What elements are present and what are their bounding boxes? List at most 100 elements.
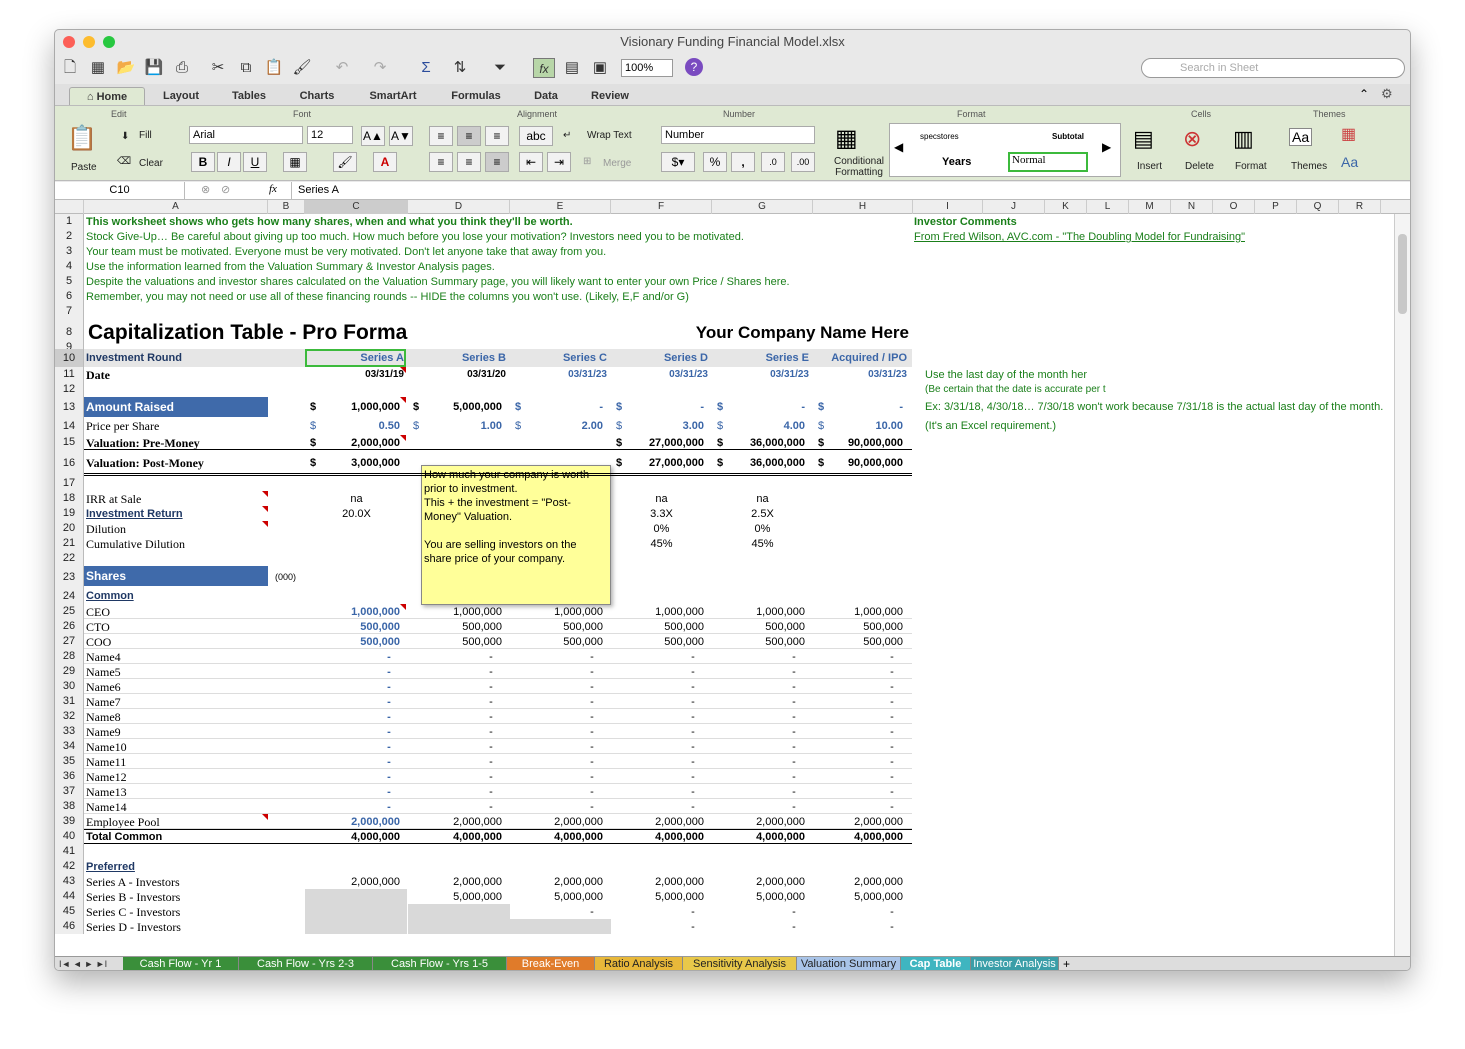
shareholder-name[interactable]: Name10 — [86, 739, 286, 754]
round-header[interactable]: Series D — [611, 349, 708, 367]
intro-text[interactable]: Stock Give-Up… Be careful about giving u… — [86, 229, 906, 244]
total-common-value[interactable]: 4,000,000 — [813, 829, 903, 844]
date-value[interactable]: 03/31/23 — [712, 367, 809, 382]
shareholder-name[interactable]: Employee Pool — [86, 814, 286, 829]
share-value[interactable]: - — [408, 709, 502, 724]
column-header[interactable]: C — [305, 200, 408, 214]
cancel-icon[interactable]: ⊗ — [201, 183, 210, 196]
gallery-icon[interactable]: ▤ — [561, 58, 583, 78]
sheet-tab[interactable]: Investor Analysis — [971, 957, 1059, 970]
row-header[interactable]: 21 — [55, 536, 84, 551]
share-value[interactable]: 500,000 — [712, 634, 805, 649]
share-value[interactable]: 500,000 — [305, 619, 400, 634]
sort-icon[interactable]: ⇅ — [449, 58, 471, 78]
total-common-value[interactable]: 4,000,000 — [510, 829, 603, 844]
row-header[interactable]: 28 — [55, 649, 84, 664]
share-value[interactable]: - — [813, 739, 903, 754]
share-value[interactable]: - — [712, 754, 805, 769]
share-value[interactable]: - — [408, 679, 502, 694]
share-value[interactable]: 500,000 — [712, 619, 805, 634]
column-header[interactable]: I — [913, 200, 983, 214]
share-value[interactable]: - — [813, 724, 903, 739]
conditional-formatting-button[interactable]: Conditional Formatting — [829, 156, 889, 178]
investment-return-label[interactable]: Investment Return — [86, 506, 286, 521]
share-value[interactable]: - — [611, 694, 704, 709]
share-value[interactable]: - — [712, 709, 805, 724]
shareholder-name[interactable]: Name6 — [86, 679, 286, 694]
preferred-value[interactable]: - — [611, 904, 704, 919]
column-header[interactable]: G — [712, 200, 813, 214]
tab-tables[interactable]: Tables — [219, 87, 279, 106]
share-value[interactable]: 500,000 — [408, 619, 502, 634]
italic-button[interactable]: I — [217, 152, 241, 172]
tab-home[interactable]: ⌂ Home — [69, 87, 145, 106]
row-header[interactable]: 3 — [55, 244, 84, 259]
share-value[interactable]: - — [408, 694, 502, 709]
share-value[interactable]: - — [510, 739, 603, 754]
share-value[interactable]: 500,000 — [510, 619, 603, 634]
share-value[interactable]: - — [611, 739, 704, 754]
delete-cells-icon[interactable]: ⊗ — [1183, 126, 1201, 152]
row-header[interactable]: 10 — [55, 349, 84, 367]
column-header[interactable]: D — [408, 200, 510, 214]
column-header[interactable]: K — [1045, 200, 1087, 214]
gallery-next-icon[interactable]: ▶ — [1102, 140, 1111, 154]
share-value[interactable]: 1,000,000 — [408, 604, 502, 619]
increase-indent-icon[interactable]: ⇥ — [547, 152, 571, 172]
row-header[interactable]: 12 — [55, 382, 84, 397]
fill-color-icon[interactable]: 🖌 — [333, 152, 357, 172]
share-value[interactable]: - — [611, 754, 704, 769]
preferred-value[interactable]: - — [813, 904, 903, 919]
templates-icon[interactable]: ▦ — [87, 58, 109, 78]
date-note[interactable]: (Be certain that the date is accurate pe… — [925, 382, 1135, 397]
number-format-select[interactable]: Number — [661, 126, 815, 144]
row-header[interactable]: 33 — [55, 724, 84, 739]
total-common-value[interactable]: 4,000,000 — [408, 829, 502, 844]
total-common-value[interactable]: 4,000,000 — [611, 829, 704, 844]
date-note[interactable]: (It's an Excel requirement.) — [925, 417, 1125, 435]
row-header[interactable]: 23 — [55, 566, 84, 588]
share-value[interactable]: - — [712, 739, 805, 754]
copy-icon[interactable]: ⧉ — [235, 58, 257, 78]
share-value[interactable]: - — [813, 784, 903, 799]
share-value[interactable]: - — [712, 664, 805, 679]
format-button[interactable]: Format — [1235, 161, 1267, 172]
round-header[interactable]: Series C — [510, 349, 607, 367]
share-value[interactable]: - — [611, 709, 704, 724]
share-value[interactable]: 2,000,000 — [712, 814, 805, 829]
redo-icon[interactable]: ↷ — [369, 58, 391, 78]
share-value[interactable]: 1,000,000 — [305, 604, 400, 619]
share-value[interactable]: - — [611, 649, 704, 664]
round-label[interactable]: Investment Round — [86, 349, 286, 367]
intro-text[interactable]: Remember, you may not need or use all of… — [86, 289, 906, 304]
share-value[interactable]: - — [611, 724, 704, 739]
share-value[interactable]: 1,000,000 — [611, 604, 704, 619]
row-header[interactable]: 26 — [55, 619, 84, 634]
price-value[interactable]: 0.50 — [305, 417, 400, 435]
cumulative-dilution-label[interactable]: Cumulative Dilution — [86, 536, 286, 551]
column-header[interactable]: H — [813, 200, 913, 214]
share-value[interactable]: - — [408, 739, 502, 754]
row-header[interactable]: 24 — [55, 588, 84, 604]
shareholder-name[interactable]: Name14 — [86, 799, 286, 814]
intro-text[interactable]: Despite the valuations and investor shar… — [86, 274, 906, 289]
preferred-value[interactable]: - — [611, 919, 704, 934]
merge-button[interactable]: Merge — [603, 158, 631, 169]
share-value[interactable]: 2,000,000 — [813, 814, 903, 829]
column-header[interactable]: R — [1339, 200, 1381, 214]
row-header[interactable]: 25 — [55, 604, 84, 619]
investor-name[interactable]: Series B - Investors — [86, 889, 286, 904]
column-header[interactable]: F — [611, 200, 712, 214]
investor-name[interactable]: Series C - Investors — [86, 904, 286, 919]
preferred-value[interactable]: 5,000,000 — [813, 889, 903, 904]
row-header[interactable]: 44 — [55, 889, 84, 904]
amount-value[interactable]: - — [510, 397, 603, 417]
new-icon[interactable]: 🗋 — [59, 58, 81, 78]
investor-comments-link[interactable]: From Fred Wilson, AVC.com - "The Doublin… — [914, 229, 1314, 244]
preferred-value[interactable]: - — [712, 919, 805, 934]
price-value[interactable]: 3.00 — [611, 417, 704, 435]
column-header[interactable]: A — [84, 200, 268, 214]
row-header[interactable]: 43 — [55, 874, 84, 889]
preferred-value[interactable]: 5,000,000 — [712, 889, 805, 904]
row-header[interactable]: 16 — [55, 450, 84, 476]
